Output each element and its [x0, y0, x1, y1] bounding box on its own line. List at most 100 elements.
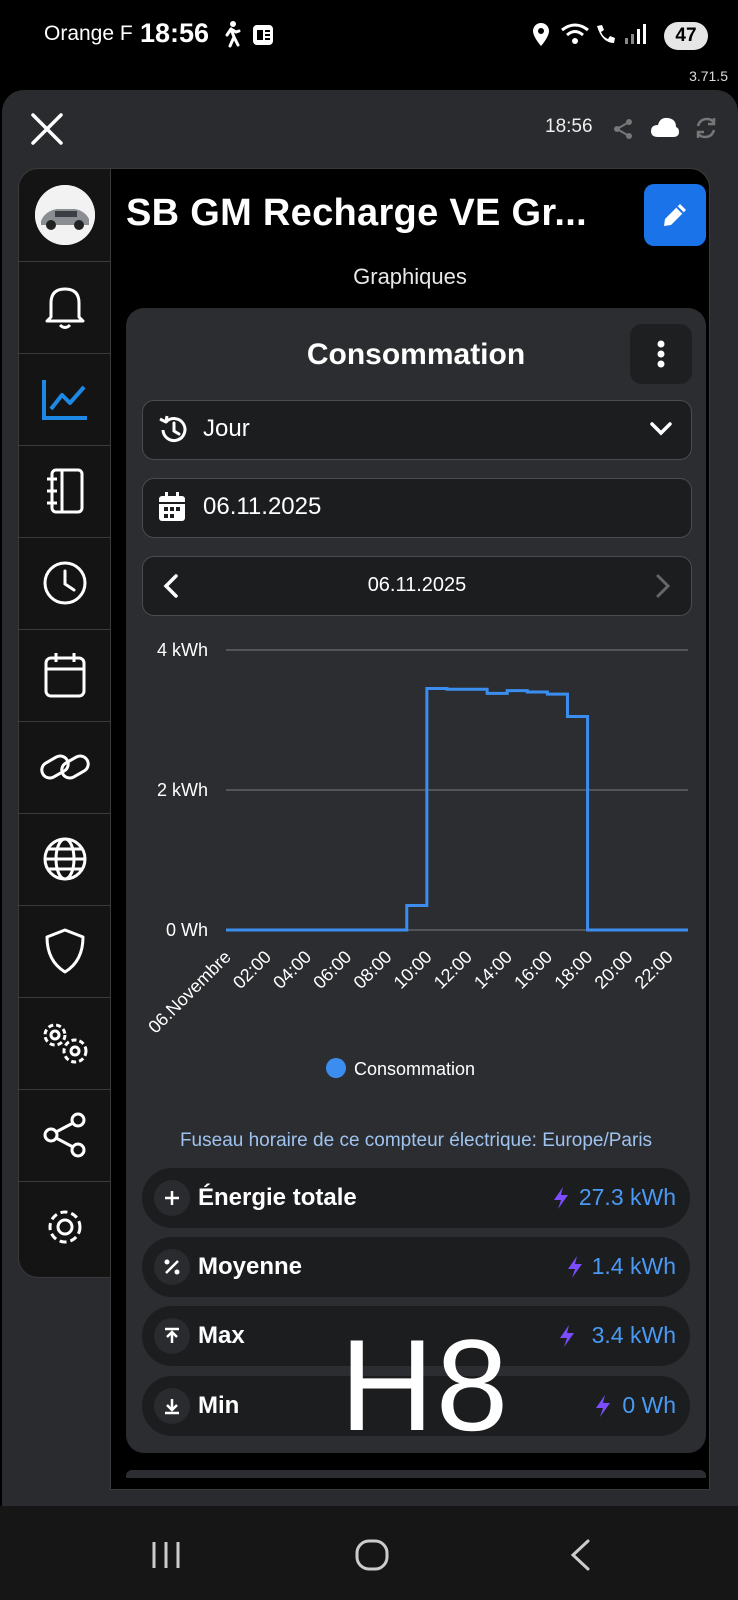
stat-average: Moyenne 1.4 kWh — [142, 1237, 690, 1297]
back-button[interactable] — [568, 1538, 592, 1572]
location-icon — [532, 22, 550, 48]
x-tick-label: 08:00 — [350, 947, 396, 993]
edit-button[interactable] — [644, 184, 706, 246]
y-tick-label: 4 kWh — [157, 640, 208, 660]
sidebar-item-web[interactable] — [19, 813, 111, 906]
chart-svg: 0 Wh 2 kWh 4 kWh 06.Novembre02:0004:0006:00… — [144, 640, 688, 1079]
x-tick-label: 12:00 — [430, 947, 476, 993]
arrow-down-bar-icon — [154, 1388, 190, 1424]
wifi-icon — [560, 22, 590, 46]
bell-icon — [43, 283, 87, 331]
status-clock: 18:56 — [140, 18, 210, 48]
x-tick-label: 14:00 — [470, 947, 516, 993]
sidebar-item-history[interactable] — [19, 537, 111, 630]
stat-label: Énergie totale — [198, 1184, 357, 1211]
plus-icon — [154, 1180, 190, 1216]
legend-label: Consommation — [354, 1059, 475, 1079]
x-tick-label: 20:00 — [591, 947, 637, 993]
globe-icon — [41, 835, 89, 883]
stat-value: 0 Wh — [622, 1392, 676, 1418]
x-tick-label: 22:00 — [631, 947, 677, 993]
calendar-icon — [157, 491, 187, 523]
notebook-icon — [43, 467, 87, 515]
clock-icon — [41, 559, 89, 607]
sidebar-item-notifications[interactable] — [19, 261, 111, 354]
x-tick-label: 18:00 — [550, 947, 596, 993]
page-title: SB GM Recharge VE Gr... — [126, 192, 587, 234]
calendar-icon — [43, 651, 87, 699]
timezone-note: Fuseau horaire de ce compteur électrique… — [179, 1130, 653, 1151]
cloud-icon[interactable] — [650, 116, 680, 138]
sidebar-item-advanced-settings[interactable] — [19, 997, 111, 1090]
stat-value: 1.4 kWh — [591, 1253, 676, 1279]
stat-label: Moyenne — [198, 1253, 303, 1280]
x-tick-label: 10:00 — [390, 947, 436, 993]
bolt-icon — [552, 1186, 570, 1210]
shield-icon — [43, 927, 87, 975]
chart-icon — [41, 377, 89, 421]
more-vertical-icon — [656, 340, 666, 368]
sidebar-item-charts[interactable] — [19, 353, 111, 446]
sidebar-item-calendar[interactable] — [19, 629, 111, 722]
walking-icon — [222, 20, 242, 48]
news-icon — [252, 24, 274, 46]
period-select-value: Jour — [203, 415, 250, 442]
gears-icon — [37, 1019, 93, 1067]
date-field-value: 06.11.2025 — [203, 493, 322, 520]
sidebar-item-settings[interactable] — [19, 1181, 111, 1273]
sidebar-item-security[interactable] — [19, 905, 111, 998]
stat-value: 3.4 kWh — [591, 1322, 676, 1348]
bolt-icon — [566, 1255, 584, 1279]
bolt-icon — [594, 1394, 612, 1418]
stat-value: 27.3 kWh — [578, 1184, 676, 1210]
sidebar-item-links[interactable] — [19, 721, 111, 814]
legend-marker — [326, 1058, 346, 1078]
share-icon[interactable] — [612, 118, 634, 140]
device-avatar — [35, 185, 95, 245]
y-tick-label: 0 Wh — [166, 920, 208, 940]
card-title: Consommation — [306, 338, 526, 371]
close-icon[interactable] — [30, 112, 64, 146]
home-button[interactable] — [355, 1539, 389, 1571]
signal-icon — [624, 24, 646, 44]
x-tick-label: 02:00 — [229, 947, 275, 993]
y-tick-label: 2 kWh — [157, 780, 208, 800]
stat-label: Min — [198, 1392, 240, 1419]
sidebar-item-share[interactable] — [19, 1089, 111, 1182]
more-options-button[interactable] — [630, 324, 692, 384]
arrow-up-bar-icon — [154, 1318, 190, 1354]
battery-level: 47 — [664, 22, 708, 50]
overlay-label: H8 — [340, 1312, 511, 1458]
sync-time: 18:56 — [545, 116, 593, 137]
link-icon — [38, 747, 92, 787]
next-card-edge — [126, 1470, 706, 1478]
x-tick-label: 16:00 — [510, 947, 556, 993]
wifi-call-icon — [594, 22, 618, 46]
stat-total-energy: Énergie totale 27.3 kWh — [142, 1168, 690, 1228]
share-nodes-icon — [42, 1112, 88, 1158]
x-tick-label: 06:00 — [309, 947, 355, 993]
status-bar: Orange F 18:56 47 — [0, 0, 738, 70]
stat-label: Max — [198, 1322, 245, 1349]
bolt-icon — [558, 1324, 576, 1348]
chevron-down-icon — [649, 421, 673, 437]
history-icon — [157, 413, 191, 447]
next-day-button[interactable] — [655, 573, 671, 599]
series-line — [226, 687, 688, 932]
sidebar-item-device[interactable] — [19, 169, 111, 262]
pencil-icon — [660, 200, 690, 230]
percent-icon — [154, 1249, 190, 1285]
nav-date: 06.11.2025 — [367, 574, 467, 596]
recent-apps-button[interactable] — [150, 1540, 182, 1570]
period-select[interactable]: Jour — [142, 400, 692, 460]
app-version: 3.71.5 — [689, 68, 728, 84]
refresh-icon[interactable] — [694, 116, 718, 140]
carrier-name: Orange F — [44, 22, 133, 45]
consumption-chart: 0 Wh 2 kWh 4 kWh 06.Novembre 02:00 04:00 06:00… — [126, 630, 706, 1110]
gear-icon — [41, 1203, 89, 1251]
date-field[interactable]: 06.11.2025 — [142, 478, 692, 538]
system-nav-bar — [0, 1506, 738, 1600]
page-subtitle: Graphiques — [353, 264, 467, 289]
x-tick-label: 04:00 — [269, 947, 315, 993]
sidebar-item-log[interactable] — [19, 445, 111, 538]
